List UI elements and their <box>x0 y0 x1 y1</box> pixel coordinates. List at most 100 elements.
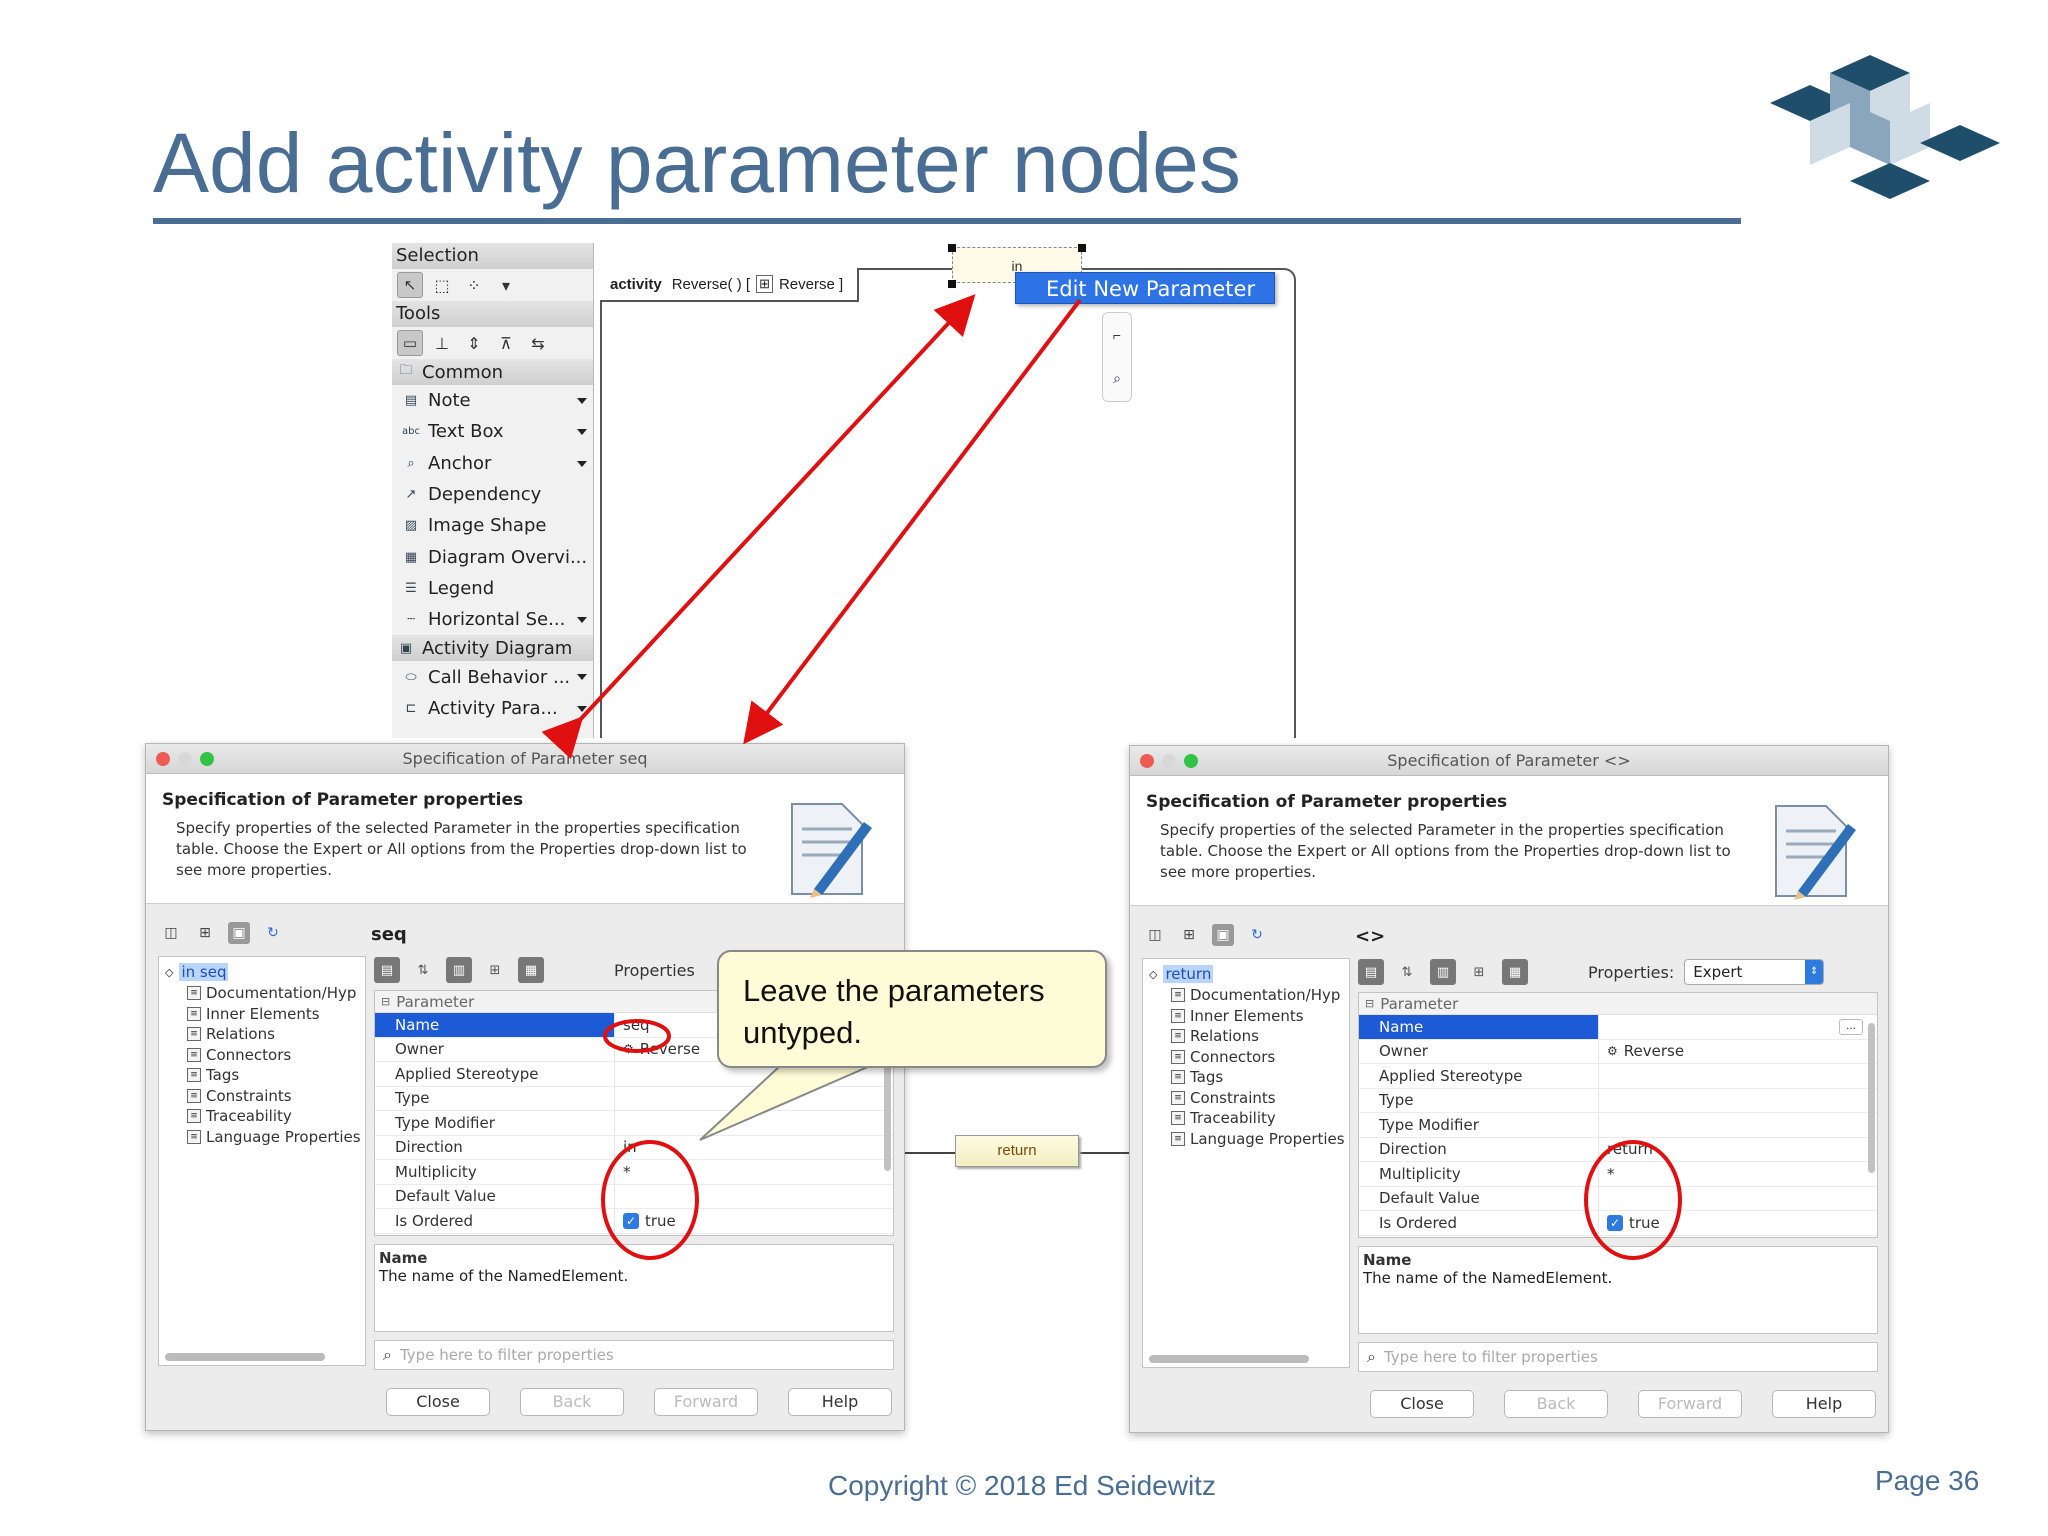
object-flow-icon[interactable]: ⌐ <box>1113 327 1121 343</box>
palette-item-text-box[interactable]: abc Text Box <box>392 416 593 447</box>
forward-button[interactable]: Forward <box>654 1388 758 1416</box>
palette-item-dependency[interactable]: ↗ Dependency <box>392 479 593 510</box>
dialog-titlebar[interactable]: Specification of Parameter <> <box>1130 746 1888 776</box>
refresh-icon[interactable]: ↻ <box>1246 924 1268 946</box>
property-row-type-modifier[interactable]: Type Modifier <box>1359 1113 1877 1138</box>
property-row-type[interactable]: Type <box>375 1086 893 1111</box>
expand-icon[interactable]: ⊞ <box>482 957 508 983</box>
chevron-down-icon[interactable] <box>577 460 587 467</box>
settings-icon[interactable]: ▦ <box>518 957 544 983</box>
properties-mode-select[interactable]: Expert ⇕ <box>1684 959 1825 985</box>
chevron-down-icon[interactable]: ▾ <box>493 272 519 298</box>
palette-item-activity-parameter[interactable]: ⊏ Activity Para... <box>392 693 593 724</box>
palette-item-note[interactable]: ▤ Note <box>392 385 593 416</box>
tree-root[interactable]: ◇ return <box>1149 963 1214 985</box>
filter-input[interactable]: ⌕ Type here to filter properties <box>374 1340 894 1370</box>
palette-item-anchor[interactable]: ⌕ Anchor <box>392 448 593 479</box>
back-button[interactable]: Back <box>1504 1390 1608 1418</box>
property-value[interactable]: * <box>615 1163 631 1181</box>
property-value[interactable]: ⚙ Reverse <box>1599 1042 1684 1060</box>
property-row-is-ordered[interactable]: Is Ordered ✓ true <box>375 1209 893 1234</box>
close-button[interactable]: Close <box>386 1388 490 1416</box>
grid-scrollbar[interactable] <box>1868 1023 1875 1173</box>
categorized-view-icon[interactable]: ▤ <box>1358 959 1384 985</box>
view-icon[interactable]: ◫ <box>160 922 182 944</box>
anchor-icon[interactable]: ⌕ <box>1113 370 1121 387</box>
tree-item-inner-elements[interactable]: ≡ Inner Elements <box>187 1004 320 1025</box>
distribute-tool-icon[interactable]: ⇕ <box>461 330 487 356</box>
dialog-titlebar[interactable]: Specification of Parameter seq <box>146 744 904 774</box>
palette-item-image-shape[interactable]: ▨ Image Shape <box>392 510 593 541</box>
tree-item-connectors[interactable]: ≡ Connectors <box>187 1045 291 1066</box>
grid-category[interactable]: ⊟ Parameter <box>1359 993 1877 1015</box>
selection-handle[interactable] <box>948 280 956 288</box>
sort-icon[interactable]: ⇅ <box>1394 959 1420 985</box>
tree-scrollbar[interactable] <box>1149 1355 1309 1363</box>
sort-icon[interactable]: ⇅ <box>410 957 436 983</box>
property-row-multiplicity[interactable]: Multiplicity * <box>375 1160 893 1185</box>
close-window-icon[interactable] <box>1140 754 1154 768</box>
chevron-down-icon[interactable] <box>577 429 587 436</box>
tree-item-documentation[interactable]: ≡ Documentation/Hyp <box>1171 985 1340 1006</box>
activity-frame[interactable] <box>600 268 1296 738</box>
filter-input[interactable]: ⌕ Type here to filter properties <box>1358 1342 1878 1372</box>
tree-item-constraints[interactable]: ≡ Constraints <box>1171 1088 1276 1109</box>
pointer-tool-icon[interactable]: ↖ <box>397 272 423 298</box>
chevron-down-icon[interactable] <box>577 398 587 404</box>
tree-item-tags[interactable]: ≡ Tags <box>1171 1067 1223 1088</box>
property-row-direction[interactable]: Direction in <box>375 1135 893 1160</box>
multi-select-icon[interactable]: ⁘ <box>461 272 487 298</box>
tree-item-constraints[interactable]: ≡ Constraints <box>187 1086 292 1107</box>
expand-icon[interactable]: ⊞ <box>1466 959 1492 985</box>
selection-handle[interactable] <box>948 244 956 252</box>
anchor-tool-icon[interactable]: ⊥ <box>429 330 455 356</box>
property-row-applied-stereotype[interactable]: Applied Stereotype <box>1359 1064 1877 1089</box>
palette-item-diagram-overview[interactable]: ▦ Diagram Overvi... <box>392 541 593 572</box>
tree-item-tags[interactable]: ≡ Tags <box>187 1065 239 1086</box>
back-button[interactable]: Back <box>520 1388 624 1416</box>
tree-item-documentation[interactable]: ≡ Documentation/Hyp <box>187 983 356 1004</box>
close-button[interactable]: Close <box>1370 1390 1474 1418</box>
property-row-is-ordered[interactable]: Is Ordered ✓ true <box>1359 1211 1877 1236</box>
tree-item-traceability[interactable]: ≡ Traceability <box>187 1106 292 1127</box>
zoom-window-icon[interactable] <box>1184 754 1198 768</box>
align-tool-icon[interactable]: ⊼ <box>493 330 519 356</box>
palette-activity-section[interactable]: ▣ Activity Diagram <box>392 635 593 662</box>
frame-tool-icon[interactable]: ▭ <box>397 330 423 356</box>
chevron-down-icon[interactable] <box>577 674 587 681</box>
settings-icon[interactable]: ▦ <box>1502 959 1528 985</box>
tree-item-language-properties[interactable]: ≡ Language Properties <box>187 1127 361 1148</box>
tree-scrollbar[interactable] <box>165 1353 325 1361</box>
minimize-window-icon[interactable] <box>1162 754 1176 768</box>
property-row-type[interactable]: Type <box>1359 1088 1877 1113</box>
tree-item-relations[interactable]: ≡ Relations <box>1171 1026 1259 1047</box>
close-window-icon[interactable] <box>156 752 170 766</box>
property-row-multiplicity[interactable]: Multiplicity * <box>1359 1162 1877 1187</box>
edit-new-parameter-menu-item[interactable]: Edit New Parameter <box>1015 272 1275 304</box>
property-row-default-value[interactable]: Default Value <box>1359 1186 1877 1211</box>
property-row-direction[interactable]: Direction return <box>1359 1137 1877 1162</box>
property-row-name[interactable]: Name… <box>1359 1015 1877 1040</box>
chevron-down-icon[interactable] <box>577 617 587 624</box>
minimize-window-icon[interactable] <box>178 752 192 766</box>
property-value[interactable]: in <box>615 1138 637 1156</box>
palette-item-horizontal-separator[interactable]: ┄ Horizontal Se... <box>392 604 593 635</box>
view-icon[interactable]: ◫ <box>1144 924 1166 946</box>
hierarchy-icon[interactable]: ⊞ <box>194 922 216 944</box>
property-row-default-value[interactable]: Default Value <box>375 1184 893 1209</box>
show-inherited-icon[interactable]: ▥ <box>446 957 472 983</box>
property-value[interactable]: * <box>1599 1165 1615 1183</box>
property-row-owner[interactable]: Owner ⚙ Reverse <box>1359 1039 1877 1064</box>
tree-item-traceability[interactable]: ≡ Traceability <box>1171 1108 1276 1129</box>
tree-item-inner-elements[interactable]: ≡ Inner Elements <box>1171 1006 1304 1027</box>
property-value[interactable]: return <box>1599 1140 1653 1158</box>
property-row-type-modifier[interactable]: Type Modifier <box>375 1111 893 1136</box>
tree-item-language-properties[interactable]: ≡ Language Properties <box>1171 1129 1345 1150</box>
help-button[interactable]: Help <box>788 1388 892 1416</box>
pin-icon[interactable]: ▣ <box>228 922 250 944</box>
checkbox-checked-icon[interactable]: ✓ <box>1607 1214 1623 1231</box>
tree-root[interactable]: ◇ in seq <box>165 961 229 983</box>
property-value[interactable]: ✓ true <box>615 1212 676 1230</box>
help-button[interactable]: Help <box>1772 1390 1876 1418</box>
property-value[interactable]: seq <box>615 1016 650 1034</box>
